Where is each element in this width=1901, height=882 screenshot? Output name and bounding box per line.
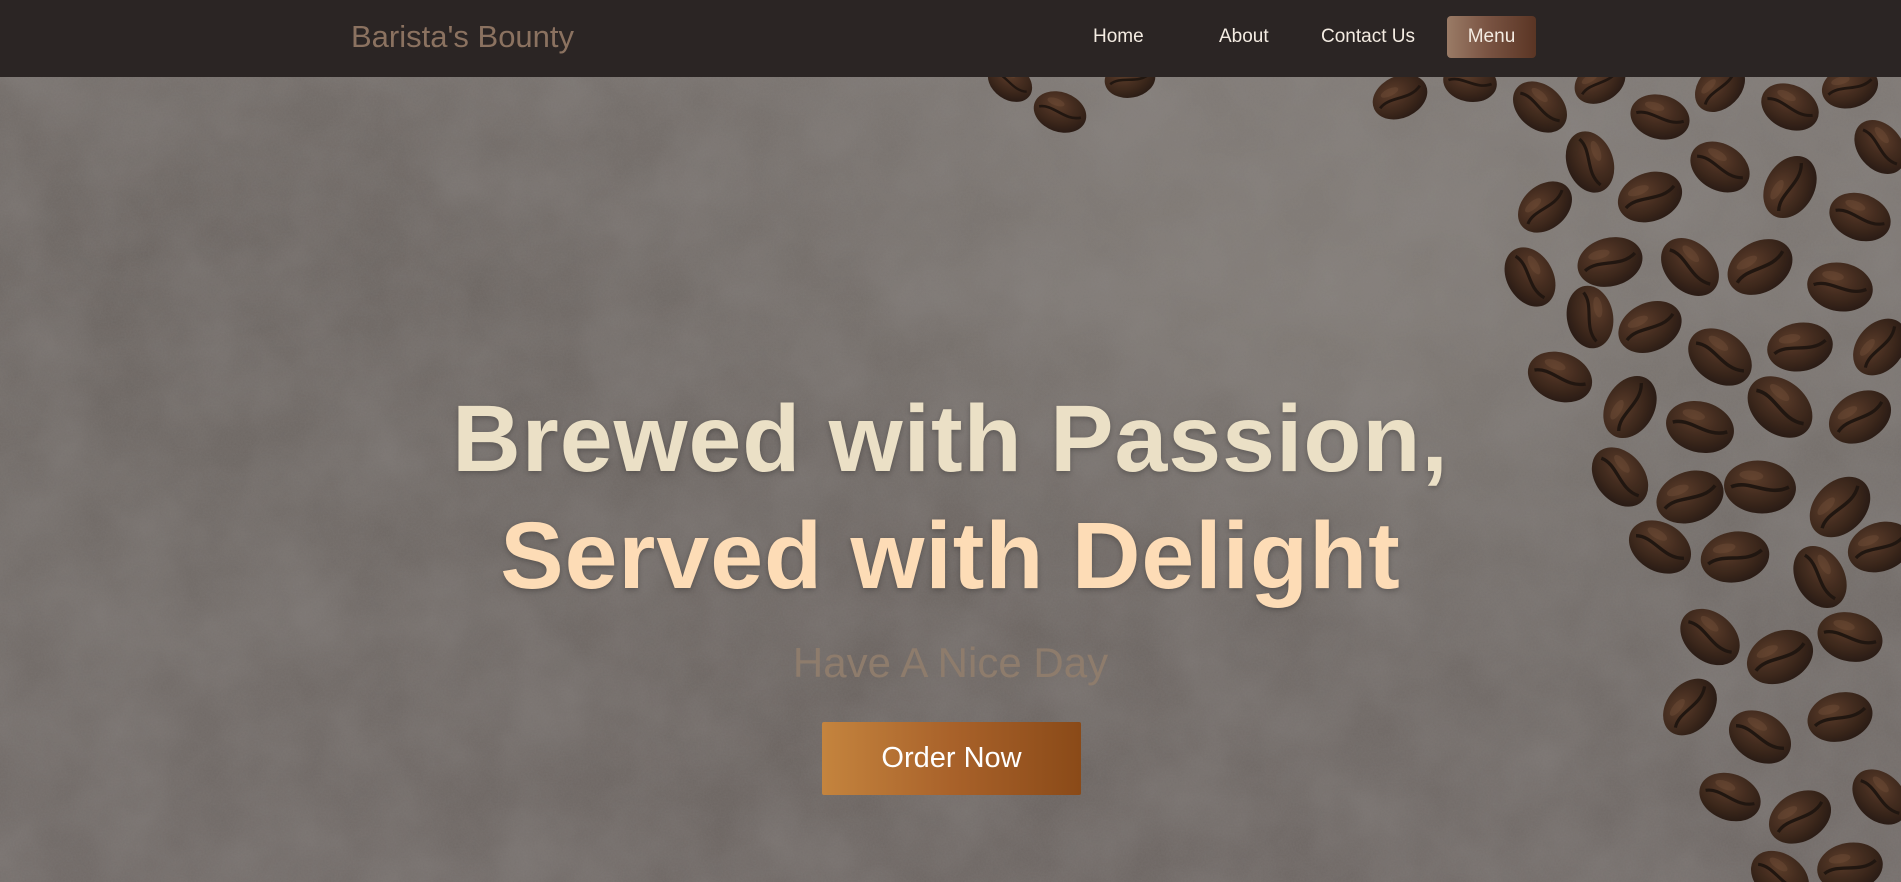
coffee-bean-shape	[1717, 697, 1803, 777]
coffee-bean-shape	[1840, 306, 1901, 388]
coffee-bean-shape	[1739, 838, 1821, 882]
coffee-bean-shape	[1506, 169, 1584, 245]
hero-section: Brewed with Passion, Served with Delight…	[0, 77, 1901, 882]
coffee-bean-shape	[1438, 77, 1502, 108]
coffee-bean-shape	[1690, 762, 1770, 832]
coffee-bean-shape	[1608, 289, 1692, 365]
coffee-bean-shape	[1363, 77, 1437, 130]
coffee-bean-shape	[1757, 777, 1843, 857]
coffee-bean-shape	[1565, 77, 1635, 114]
hero-headline-line2: Served with Delight	[500, 503, 1401, 609]
coffee-bean-shape	[1811, 835, 1889, 882]
landing-page: Barista's Bounty Home About Contact Us M…	[0, 0, 1901, 882]
hero-tagline: Have A Nice Day	[792, 639, 1109, 686]
coffee-bean-shape	[979, 77, 1041, 112]
coffee-bean-shape	[1715, 226, 1805, 308]
coffee-bean-shape	[1801, 255, 1879, 319]
coffee-bean-shape	[1609, 161, 1691, 233]
top-navbar: Barista's Bounty Home About Contact Us M…	[0, 0, 1901, 77]
coffee-bean-shape	[1570, 228, 1650, 296]
nav-home-link[interactable]: Home	[1093, 25, 1144, 49]
coffee-bean-shape	[1647, 224, 1733, 310]
coffee-bean-shape	[1623, 86, 1697, 148]
coffee-bean-shape	[1800, 683, 1880, 751]
nav-contact-link[interactable]: Contact Us	[1321, 25, 1415, 49]
coffee-bean-shape	[1683, 77, 1757, 124]
coffee-bean-shape	[1752, 77, 1828, 142]
nav-menu-button[interactable]: Menu	[1447, 16, 1536, 58]
coffee-bean-shape	[1820, 182, 1900, 252]
coffee-bean-shape	[1750, 144, 1830, 230]
coffee-bean-shape	[1492, 236, 1568, 318]
coffee-bean-shape	[1839, 756, 1901, 838]
coffee-bean-shape	[1501, 77, 1579, 145]
coffee-bean-shape	[1761, 315, 1839, 379]
order-now-button[interactable]: Order Now	[822, 722, 1081, 795]
coffee-bean-shape	[1679, 129, 1761, 205]
brand-logo-text[interactable]: Barista's Bounty	[351, 18, 574, 56]
nav-about-link[interactable]: About	[1219, 25, 1269, 49]
coffee-bean-shape	[1100, 77, 1160, 104]
coffee-bean-shape	[1815, 77, 1885, 116]
coffee-bean-shape	[1842, 108, 1901, 186]
coffee-bean-shape	[1560, 280, 1620, 354]
coffee-bean-shape	[1026, 82, 1094, 142]
hero-headline-line1: Brewed with Passion,	[452, 386, 1449, 492]
